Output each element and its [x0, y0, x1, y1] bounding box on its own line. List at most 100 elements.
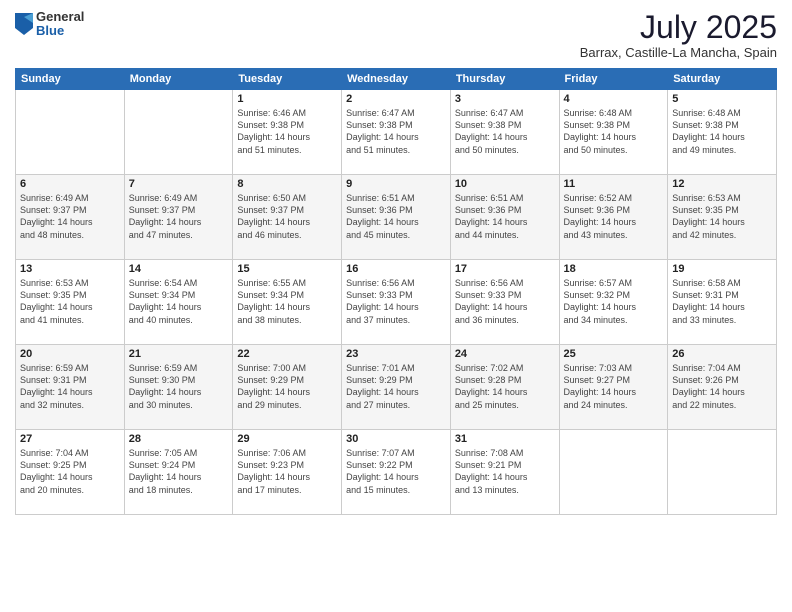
calendar-cell — [559, 430, 668, 515]
day-info: Sunrise: 7:07 AM Sunset: 9:22 PM Dayligh… — [346, 447, 446, 496]
calendar-week-1: 1 Sunrise: 6:46 AM Sunset: 9:38 PM Daylig… — [16, 90, 777, 175]
day-number: 4 — [564, 93, 664, 105]
day-number: 10 — [455, 178, 555, 190]
day-number: 31 — [455, 433, 555, 445]
calendar-cell: 13Sunrise: 6:53 AM Sunset: 9:35 PM Dayli… — [16, 260, 125, 345]
calendar-header-row: Sunday Monday Tuesday Wednesday Thursday… — [16, 69, 777, 90]
calendar-cell: 18 Sunrise: 6:57 AM Sunset: 9:32 PM Dayli… — [559, 260, 668, 345]
logo-general-text: General — [36, 10, 84, 24]
title-area: July 2025 Barrax, Castille-La Mancha, Sp… — [580, 10, 777, 60]
day-info: Sunrise: 6:56 AM Sunset: 9:33 PM Dayligh… — [455, 277, 555, 326]
day-info: Sunrise: 6:51 AM Sunset: 9:36 PM Dayligh… — [455, 192, 555, 241]
day-number: 29 — [237, 433, 337, 445]
day-number: 15 — [237, 263, 337, 275]
calendar-cell: 9 Sunrise: 6:51 AM Sunset: 9:36 PM Daylig… — [342, 175, 451, 260]
calendar-cell: 19 Sunrise: 6:58 AM Sunset: 9:31 PM Dayli… — [668, 260, 777, 345]
day-info: Sunrise: 6:59 AM Sunset: 9:30 PM Dayligh… — [129, 362, 229, 411]
calendar-cell: 14 Sunrise: 6:54 AM Sunset: 9:34 PM Dayli… — [124, 260, 233, 345]
calendar-cell: 27 Sunrise: 7:04 AM Sunset: 9:25 PM Dayli… — [16, 430, 125, 515]
calendar-cell: 8 Sunrise: 6:50 AM Sunset: 9:37 PM Daylig… — [233, 175, 342, 260]
col-wednesday: Wednesday — [342, 69, 451, 90]
calendar-cell: 20Sunrise: 6:59 AM Sunset: 9:31 PM Dayli… — [16, 345, 125, 430]
calendar: Sunday Monday Tuesday Wednesday Thursday… — [15, 68, 777, 515]
calendar-cell: 10 Sunrise: 6:51 AM Sunset: 9:36 PM Dayli… — [450, 175, 559, 260]
day-number: 2 — [346, 93, 446, 105]
calendar-week-3: 13Sunrise: 6:53 AM Sunset: 9:35 PM Dayli… — [16, 260, 777, 345]
day-number: 11 — [564, 178, 664, 190]
calendar-week-2: 6 Sunrise: 6:49 AM Sunset: 9:37 PM Daylig… — [16, 175, 777, 260]
calendar-cell: 1 Sunrise: 6:46 AM Sunset: 9:38 PM Daylig… — [233, 90, 342, 175]
calendar-cell: 12Sunrise: 6:53 AM Sunset: 9:35 PM Dayli… — [668, 175, 777, 260]
header: General Blue July 2025 Barrax, Castille-… — [15, 10, 777, 60]
day-info: Sunrise: 6:46 AM Sunset: 9:38 PM Dayligh… — [237, 107, 337, 156]
calendar-cell: 11 Sunrise: 6:52 AM Sunset: 9:36 PM Dayli… — [559, 175, 668, 260]
day-info: Sunrise: 7:04 AM Sunset: 9:25 PM Dayligh… — [20, 447, 120, 496]
day-info: Sunrise: 6:53 AM Sunset: 9:35 PM Dayligh… — [672, 192, 772, 241]
calendar-cell: 6Sunrise: 6:49 AM Sunset: 9:37 PM Daylig… — [16, 175, 125, 260]
calendar-cell: 25 Sunrise: 7:03 AM Sunset: 9:27 PM Dayli… — [559, 345, 668, 430]
location: Barrax, Castille-La Mancha, Spain — [580, 45, 777, 60]
month-title: July 2025 — [580, 10, 777, 45]
calendar-cell — [16, 90, 125, 175]
day-info: Sunrise: 6:48 AM Sunset: 9:38 PM Dayligh… — [564, 107, 664, 156]
day-info: Sunrise: 7:00 AM Sunset: 9:29 PM Dayligh… — [237, 362, 337, 411]
logo-blue-text: Blue — [36, 24, 84, 38]
day-info: Sunrise: 7:03 AM Sunset: 9:27 PM Dayligh… — [564, 362, 664, 411]
day-number: 17 — [455, 263, 555, 275]
day-info: Sunrise: 6:59 AM Sunset: 9:31 PM Dayligh… — [20, 362, 120, 411]
day-info: Sunrise: 6:48 AM Sunset: 9:38 PM Dayligh… — [672, 107, 772, 156]
calendar-cell: 7Sunrise: 6:49 AM Sunset: 9:37 PM Daylig… — [124, 175, 233, 260]
day-number: 30 — [346, 433, 446, 445]
day-number: 9 — [346, 178, 446, 190]
day-number: 13 — [20, 263, 120, 275]
day-number: 27 — [20, 433, 120, 445]
day-info: Sunrise: 6:51 AM Sunset: 9:36 PM Dayligh… — [346, 192, 446, 241]
day-number: 25 — [564, 348, 664, 360]
logo-icon — [15, 13, 33, 35]
col-friday: Friday — [559, 69, 668, 90]
day-number: 1 — [237, 93, 337, 105]
calendar-cell: 26Sunrise: 7:04 AM Sunset: 9:26 PM Dayli… — [668, 345, 777, 430]
day-info: Sunrise: 6:55 AM Sunset: 9:34 PM Dayligh… — [237, 277, 337, 326]
col-saturday: Saturday — [668, 69, 777, 90]
day-info: Sunrise: 7:05 AM Sunset: 9:24 PM Dayligh… — [129, 447, 229, 496]
calendar-cell: 28 Sunrise: 7:05 AM Sunset: 9:24 PM Dayli… — [124, 430, 233, 515]
calendar-cell: 21Sunrise: 6:59 AM Sunset: 9:30 PM Dayli… — [124, 345, 233, 430]
calendar-cell: 31Sunrise: 7:08 AM Sunset: 9:21 PM Dayli… — [450, 430, 559, 515]
day-info: Sunrise: 7:06 AM Sunset: 9:23 PM Dayligh… — [237, 447, 337, 496]
day-info: Sunrise: 6:50 AM Sunset: 9:37 PM Dayligh… — [237, 192, 337, 241]
day-info: Sunrise: 6:58 AM Sunset: 9:31 PM Dayligh… — [672, 277, 772, 326]
day-number: 22 — [237, 348, 337, 360]
calendar-week-4: 20Sunrise: 6:59 AM Sunset: 9:31 PM Dayli… — [16, 345, 777, 430]
day-info: Sunrise: 6:47 AM Sunset: 9:38 PM Dayligh… — [346, 107, 446, 156]
day-number: 6 — [20, 178, 120, 190]
day-number: 16 — [346, 263, 446, 275]
calendar-cell: 5Sunrise: 6:48 AM Sunset: 9:38 PM Daylig… — [668, 90, 777, 175]
day-info: Sunrise: 6:52 AM Sunset: 9:36 PM Dayligh… — [564, 192, 664, 241]
day-info: Sunrise: 6:57 AM Sunset: 9:32 PM Dayligh… — [564, 277, 664, 326]
calendar-cell: 2 Sunrise: 6:47 AM Sunset: 9:38 PM Daylig… — [342, 90, 451, 175]
col-tuesday: Tuesday — [233, 69, 342, 90]
calendar-cell: 15 Sunrise: 6:55 AM Sunset: 9:34 PM Dayli… — [233, 260, 342, 345]
day-number: 19 — [672, 263, 772, 275]
col-monday: Monday — [124, 69, 233, 90]
day-number: 18 — [564, 263, 664, 275]
day-number: 14 — [129, 263, 229, 275]
calendar-week-5: 27 Sunrise: 7:04 AM Sunset: 9:25 PM Dayli… — [16, 430, 777, 515]
calendar-cell: 23Sunrise: 7:01 AM Sunset: 9:29 PM Dayli… — [342, 345, 451, 430]
calendar-cell: 22 Sunrise: 7:00 AM Sunset: 9:29 PM Dayli… — [233, 345, 342, 430]
page: General Blue July 2025 Barrax, Castille-… — [0, 0, 792, 612]
logo: General Blue — [15, 10, 84, 39]
calendar-cell — [124, 90, 233, 175]
day-number: 8 — [237, 178, 337, 190]
col-thursday: Thursday — [450, 69, 559, 90]
day-info: Sunrise: 6:54 AM Sunset: 9:34 PM Dayligh… — [129, 277, 229, 326]
day-info: Sunrise: 6:49 AM Sunset: 9:37 PM Dayligh… — [129, 192, 229, 241]
calendar-cell: 17 Sunrise: 6:56 AM Sunset: 9:33 PM Dayli… — [450, 260, 559, 345]
calendar-cell: 30 Sunrise: 7:07 AM Sunset: 9:22 PM Dayli… — [342, 430, 451, 515]
day-number: 26 — [672, 348, 772, 360]
calendar-cell: 29 Sunrise: 7:06 AM Sunset: 9:23 PM Dayli… — [233, 430, 342, 515]
calendar-cell: 16 Sunrise: 6:56 AM Sunset: 9:33 PM Dayli… — [342, 260, 451, 345]
day-info: Sunrise: 6:56 AM Sunset: 9:33 PM Dayligh… — [346, 277, 446, 326]
day-number: 28 — [129, 433, 229, 445]
